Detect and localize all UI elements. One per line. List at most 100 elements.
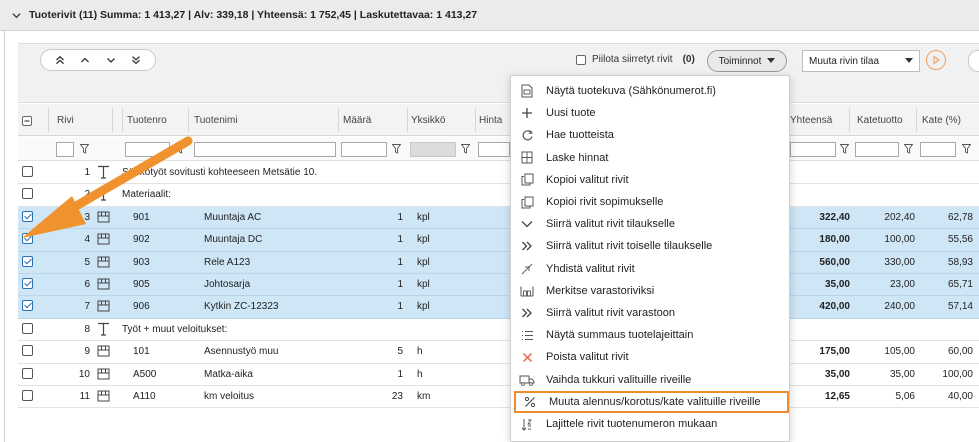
table-row[interactable]: 5 903 Rele A123 1 kpl 560,00 330,00 58,93 [18,251,979,274]
text-row-icon [97,187,110,201]
table-row[interactable]: 11 A110 km veloitus 23 km 12,65 5,06 40,00 [18,386,979,409]
more-button[interactable] [968,50,979,72]
row-checkbox[interactable] [22,233,33,245]
row-checkbox[interactable] [22,166,33,177]
menu-item[interactable]: Näytä summaus tuotelajeittain [511,324,791,346]
product-row-icon [97,367,110,381]
filter-icon[interactable] [904,144,913,154]
filter-katetuotto-input[interactable] [855,142,899,157]
move-down-button[interactable] [102,52,120,68]
filter-hinta-input[interactable] [478,142,510,157]
col-tuotenro[interactable]: Tuotenro [127,115,167,126]
menu-item[interactable]: Lajittele rivit tuotenumeron mukaan [511,413,791,435]
menu-item-label: Siirrä valitut rivit varastoon [546,307,675,320]
actions-menu: Näytä tuotekuva (Sähkönumerot.fi) Uusi tu… [510,75,790,442]
move-up-button[interactable] [76,52,94,68]
cell-katetuotto: 240,00 [884,301,915,313]
row-checkbox[interactable] [22,367,33,379]
filter-tuotenro-input[interactable] [125,142,170,157]
table-row[interactable]: 1 Sähkötyöt sovitusti kohteeseen Metsätie… [18,162,979,185]
table-row[interactable]: 2 Materiaalit: [18,184,979,207]
filter-icon[interactable] [962,144,971,154]
menu-item[interactable]: Hae tuotteista [511,124,791,146]
col-kate[interactable]: Kate (%) [922,115,961,126]
menu-item[interactable]: Siirrä valitut rivit toiselle tilauksell… [511,235,791,257]
row-number: 5 [84,256,90,268]
list-icon [518,327,536,343]
col-tuotenimi[interactable]: Tuotenimi [194,115,238,126]
move-to-top-button[interactable] [51,52,69,68]
row-text: Sähkötyöt sovitusti kohteeseen Metsätie … [122,167,318,178]
col-yhteensa[interactable]: Yhteensä [790,115,832,126]
row-checkbox[interactable] [22,300,33,312]
product-row-icon [97,277,110,291]
menu-item[interactable]: Kopioi valitut rivit [511,169,791,191]
row-checkbox[interactable] [22,255,33,267]
table-row[interactable]: 10 A500 Matka-aika 1 h 35,00 35,00 100,00 [18,364,979,386]
hide-moved-checkbox[interactable] [576,54,586,65]
row-checkbox[interactable] [22,322,33,334]
menu-item[interactable]: Merkitse varastoriviksi [511,280,791,302]
cell-katetuotto: 100,00 [884,234,915,246]
filter-rivi-input[interactable] [56,142,74,157]
filter-tuotenimi-input[interactable] [194,142,336,157]
row-checkbox[interactable] [22,345,33,357]
col-maara[interactable]: Määrä [343,115,371,126]
table-row[interactable]: 6 905 Johtosarja 1 kpl 35,00 23,00 65,71 [18,274,979,297]
cell-yhteensa: 175,00 [819,346,850,358]
menu-item[interactable]: Laske hinnat [511,147,791,169]
row-number: 11 [79,391,90,402]
filter-icon[interactable] [176,144,185,154]
hide-moved-rows[interactable]: Piilota siirretyt rivit (0) [576,54,695,65]
menu-item-label: Merkitse varastoriviksi [546,284,655,297]
filter-maara-input[interactable] [341,142,387,157]
filter-icon[interactable] [392,144,401,154]
row-checkbox[interactable] [22,188,33,200]
filter-yhteensa-input[interactable] [790,142,836,157]
chevron-down-icon[interactable] [12,11,21,20]
select-all-checkbox[interactable] [22,116,32,126]
menu-item[interactable]: Siirrä valitut rivit varastoon [511,302,791,324]
menu-item[interactable]: Yhdistä valitut rivit [511,258,791,280]
apply-state-button[interactable] [926,50,946,70]
filter-icon[interactable] [840,144,849,154]
col-katetuotto[interactable]: Katetuotto [857,115,903,126]
table-row[interactable]: 9 101 Asennustyö muu 5 h 175,00 105,00 60,00 [18,341,979,364]
row-checkbox[interactable] [22,390,33,401]
menu-item-label: Yhdistä valitut rivit [546,262,635,275]
row-checkbox[interactable] [22,278,33,289]
menu-item[interactable]: Vaihda tukkuri valituille riveille [511,369,791,391]
menu-item[interactable]: Näytä tuotekuva (Sähkönumerot.fi) [511,80,791,102]
table-row[interactable]: 7 906 Kytkin ZC-12323 1 kpl 420,00 240,00 57,14 [18,296,979,319]
double-chevron-right-icon [518,238,536,254]
cell-kate: 40,00 [947,391,973,402]
menu-item[interactable]: Siirrä valitut rivit tilaukselle [511,213,791,235]
menu-item[interactable]: Muuta alennus/korotus/kate valituille ri… [514,390,789,413]
section-header[interactable]: Tuoterivit (11) Summa: 1 413,27 | Alv: 3… [0,0,979,31]
col-rivi[interactable]: Rivi [57,115,74,126]
cell-katetuotto: 23,00 [889,279,915,290]
cell-tuotenimi: Muuntaja DC [204,234,263,246]
filter-yksikko-input[interactable] [410,142,456,157]
col-hinta[interactable]: Hinta [479,115,502,126]
percent-icon [521,394,539,410]
menu-item[interactable]: Uusi tuote [511,102,791,124]
row-state-select[interactable]: Muuta rivin tilaa [802,50,920,72]
menu-item[interactable]: Kopioi rivit sopimukselle [511,191,791,213]
hide-moved-label: Piilota siirretyt rivit [592,54,673,65]
actions-button[interactable]: Toiminnot [707,50,787,72]
menu-item[interactable]: Poista valitut rivit [511,346,791,368]
filter-icon[interactable] [461,144,470,154]
double-chevron-right-icon [518,305,536,321]
table-row[interactable]: 3 901 Muuntaja AC 1 kpl 322,40 202,40 62,78 [18,206,979,230]
table-row[interactable]: 4 902 Muuntaja DC 1 kpl 180,00 100,00 55,56 [18,229,979,252]
filter-icon[interactable] [80,144,89,154]
col-yksikko[interactable]: Yksikkö [411,115,445,126]
row-checkbox[interactable] [22,210,33,222]
filter-kate-input[interactable] [920,142,956,157]
table-row[interactable]: 8 Työt + muut veloitukset: [18,319,979,342]
menu-item-label: Kopioi rivit sopimukselle [546,196,664,209]
row-navigation-group [40,49,156,71]
cell-tuotenro: 901 [133,211,150,223]
move-to-bottom-button[interactable] [127,52,145,68]
